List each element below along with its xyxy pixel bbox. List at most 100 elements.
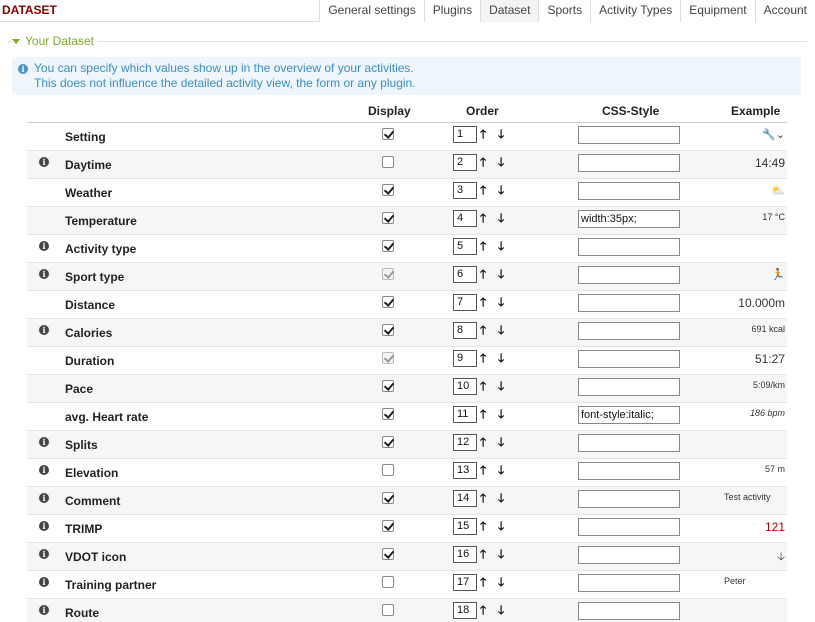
arrow-down-icon[interactable]: 🡓 (498, 127, 504, 141)
display-checkbox[interactable] (382, 548, 394, 560)
css-style-input[interactable] (578, 574, 680, 592)
css-style-input[interactable] (578, 154, 680, 172)
css-style-input[interactable]: font-style:italic; (578, 406, 680, 424)
arrow-down-icon[interactable]: 🡓 (498, 407, 504, 421)
info-icon[interactable]: i (39, 437, 49, 447)
css-style-input[interactable] (578, 378, 680, 396)
arrow-up-icon[interactable]: 🡑 (480, 155, 486, 169)
css-style-input[interactable] (578, 462, 680, 480)
info-icon[interactable]: i (39, 521, 49, 531)
arrow-up-icon[interactable]: 🡑 (480, 267, 486, 281)
info-icon[interactable]: i (39, 577, 49, 587)
display-checkbox[interactable] (382, 296, 394, 308)
order-input[interactable]: 4 (453, 210, 477, 227)
display-checkbox[interactable] (382, 240, 394, 252)
arrow-down-icon[interactable]: 🡓 (498, 239, 504, 253)
css-style-input[interactable] (578, 490, 680, 508)
css-style-input[interactable] (578, 322, 680, 340)
arrow-down-icon[interactable]: 🡓 (498, 351, 504, 365)
arrow-up-icon[interactable]: 🡑 (480, 463, 486, 477)
arrow-down-icon[interactable]: 🡓 (498, 183, 504, 197)
info-icon[interactable]: i (39, 241, 49, 251)
display-checkbox[interactable] (382, 520, 394, 532)
css-style-input[interactable] (578, 294, 680, 312)
order-input[interactable]: 3 (453, 182, 477, 199)
arrow-down-icon[interactable]: 🡓 (498, 547, 504, 561)
arrow-down-icon[interactable]: 🡓 (498, 267, 504, 281)
arrow-up-icon[interactable]: 🡑 (480, 407, 486, 421)
tab-plugins[interactable]: Plugins (423, 0, 481, 22)
css-style-input[interactable] (578, 350, 680, 368)
arrow-up-icon[interactable]: 🡑 (480, 211, 486, 225)
arrow-up-icon[interactable]: 🡑 (480, 519, 486, 533)
tab-sports[interactable]: Sports (538, 0, 591, 22)
order-input[interactable]: 9 (453, 350, 477, 367)
arrow-down-icon[interactable]: 🡓 (498, 379, 504, 393)
info-icon[interactable]: i (39, 493, 49, 503)
arrow-down-icon[interactable]: 🡓 (498, 295, 504, 309)
arrow-down-icon[interactable]: 🡓 (498, 519, 504, 533)
css-style-input[interactable] (578, 602, 680, 620)
display-checkbox[interactable] (382, 576, 394, 588)
order-input[interactable]: 7 (453, 294, 477, 311)
display-checkbox[interactable] (382, 604, 394, 616)
tab-dataset[interactable]: Dataset (480, 0, 539, 22)
order-input[interactable]: 16 (453, 546, 477, 563)
section-header[interactable]: Your Dataset (8, 34, 807, 48)
css-style-input[interactable]: width:35px; (578, 210, 680, 228)
arrow-down-icon[interactable]: 🡓 (498, 435, 504, 449)
arrow-down-icon[interactable]: 🡓 (498, 323, 504, 337)
arrow-down-icon[interactable]: 🡓 (498, 603, 504, 617)
info-icon[interactable]: i (39, 325, 49, 335)
tab-account[interactable]: Account (754, 0, 815, 22)
arrow-up-icon[interactable]: 🡑 (480, 127, 486, 141)
order-input[interactable]: 13 (453, 462, 477, 479)
arrow-up-icon[interactable]: 🡑 (480, 603, 486, 617)
display-checkbox[interactable] (382, 436, 394, 448)
arrow-down-icon[interactable]: 🡓 (498, 155, 504, 169)
order-input[interactable]: 18 (453, 602, 477, 619)
tab-general-settings[interactable]: General settings (319, 0, 424, 22)
order-input[interactable]: 10 (453, 378, 477, 395)
css-style-input[interactable] (578, 546, 680, 564)
arrow-up-icon[interactable]: 🡑 (480, 239, 486, 253)
section-toggle[interactable]: Your Dataset (12, 34, 98, 48)
arrow-up-icon[interactable]: 🡑 (480, 351, 486, 365)
order-input[interactable]: 17 (453, 574, 477, 591)
order-input[interactable]: 2 (453, 154, 477, 171)
arrow-down-icon[interactable]: 🡓 (498, 491, 504, 505)
display-checkbox[interactable] (382, 212, 394, 224)
css-style-input[interactable] (578, 266, 680, 284)
display-checkbox[interactable] (382, 128, 394, 140)
arrow-down-icon[interactable]: 🡓 (498, 211, 504, 225)
arrow-down-icon[interactable]: 🡓 (498, 463, 504, 477)
display-checkbox[interactable] (382, 492, 394, 504)
order-input[interactable]: 15 (453, 518, 477, 535)
order-input[interactable]: 12 (453, 434, 477, 451)
arrow-down-icon[interactable]: 🡓 (498, 575, 504, 589)
css-style-input[interactable] (578, 182, 680, 200)
display-checkbox[interactable] (382, 380, 394, 392)
display-checkbox[interactable] (382, 324, 394, 336)
tab-equipment[interactable]: Equipment (680, 0, 755, 22)
arrow-up-icon[interactable]: 🡑 (480, 379, 486, 393)
info-icon[interactable]: i (39, 157, 49, 167)
order-input[interactable]: 11 (453, 406, 477, 423)
arrow-up-icon[interactable]: 🡑 (480, 547, 486, 561)
display-checkbox[interactable] (382, 156, 394, 168)
display-checkbox[interactable] (382, 464, 394, 476)
css-style-input[interactable] (578, 434, 680, 452)
order-input[interactable]: 6 (453, 266, 477, 283)
arrow-up-icon[interactable]: 🡑 (480, 295, 486, 309)
info-icon[interactable]: i (39, 269, 49, 279)
order-input[interactable]: 1 (453, 126, 477, 143)
display-checkbox[interactable] (382, 408, 394, 420)
info-icon[interactable]: i (39, 605, 49, 615)
display-checkbox[interactable] (382, 184, 394, 196)
arrow-up-icon[interactable]: 🡑 (480, 183, 486, 197)
css-style-input[interactable] (578, 518, 680, 536)
css-style-input[interactable] (578, 126, 680, 144)
css-style-input[interactable] (578, 238, 680, 256)
arrow-up-icon[interactable]: 🡑 (480, 323, 486, 337)
info-icon[interactable]: i (39, 549, 49, 559)
